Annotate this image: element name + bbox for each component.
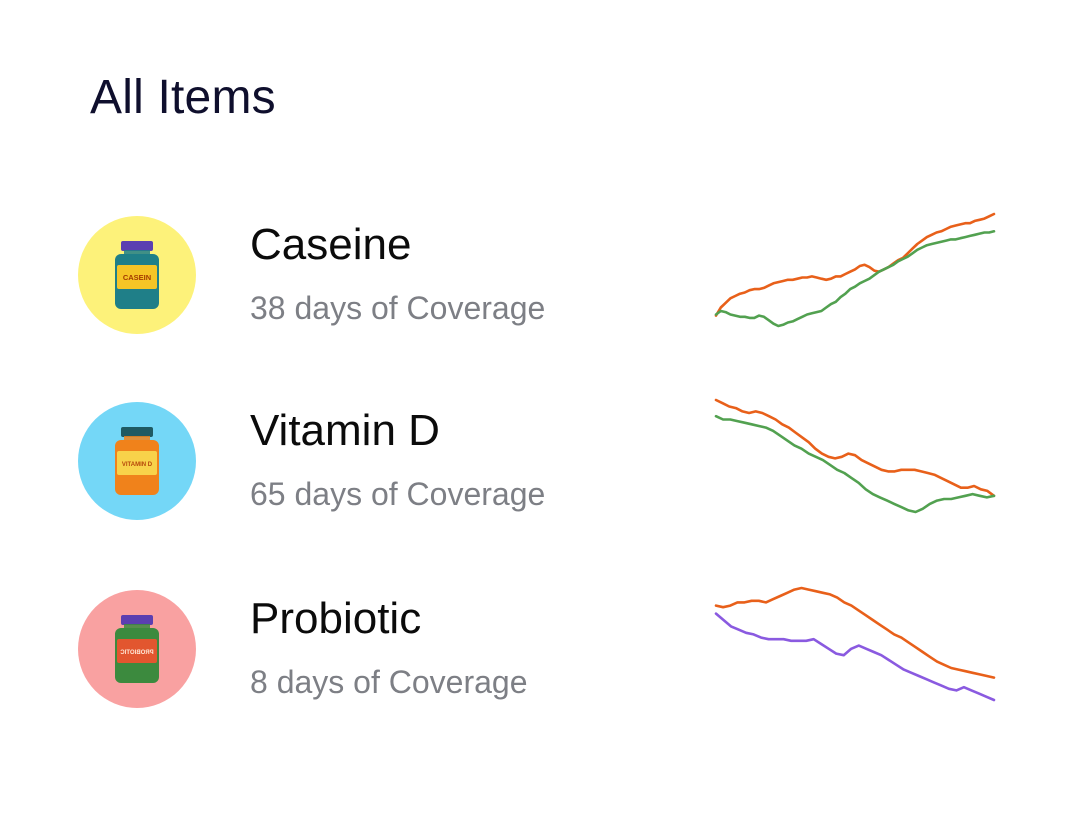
svg-text:PROBIOTIC: PROBIOTIC — [120, 650, 154, 656]
item-name: Probiotic — [250, 594, 422, 643]
item-coverage: 65 days of Coverage — [250, 476, 546, 512]
svg-text:VITAMIN D: VITAMIN D — [122, 462, 153, 468]
sparkline-series-1 — [714, 414, 996, 514]
list-item-caseine[interactable]: CASEIN Caseine 38 days of Coverage — [0, 210, 1068, 340]
item-coverage: 38 days of Coverage — [250, 290, 546, 326]
list-item-probiotic[interactable]: PROBIOTIC Probiotic 8 days of Coverage — [0, 584, 1068, 714]
item-name: Caseine — [250, 220, 412, 269]
list-item-vitamin-d[interactable]: VITAMIN D Vitamin D 65 days of Coverage — [0, 396, 1068, 526]
item-coverage: 8 days of Coverage — [250, 664, 528, 700]
svg-text:CASEIN: CASEIN — [123, 273, 151, 282]
avatar: VITAMIN D — [78, 402, 196, 520]
page-title: All Items — [90, 71, 276, 124]
sparkline-chart — [714, 212, 996, 328]
sparkline-chart — [714, 586, 996, 702]
page: All Items CASEIN Caseine 38 days of Cove… — [0, 0, 1068, 829]
avatar: CASEIN — [78, 216, 196, 334]
item-name: Vitamin D — [250, 406, 440, 455]
probiotic-bottle-icon: PROBIOTIC — [111, 613, 163, 685]
sparkline-series-0 — [714, 586, 996, 679]
casein-jar-icon: CASEIN — [111, 239, 163, 311]
sparkline-series-1 — [714, 612, 996, 702]
sparkline-chart — [714, 398, 996, 514]
avatar: PROBIOTIC — [78, 590, 196, 708]
sparkline-series-1 — [714, 229, 996, 328]
vitamin-d-bottle-icon: VITAMIN D — [111, 425, 163, 497]
sparkline-series-0 — [714, 212, 996, 317]
